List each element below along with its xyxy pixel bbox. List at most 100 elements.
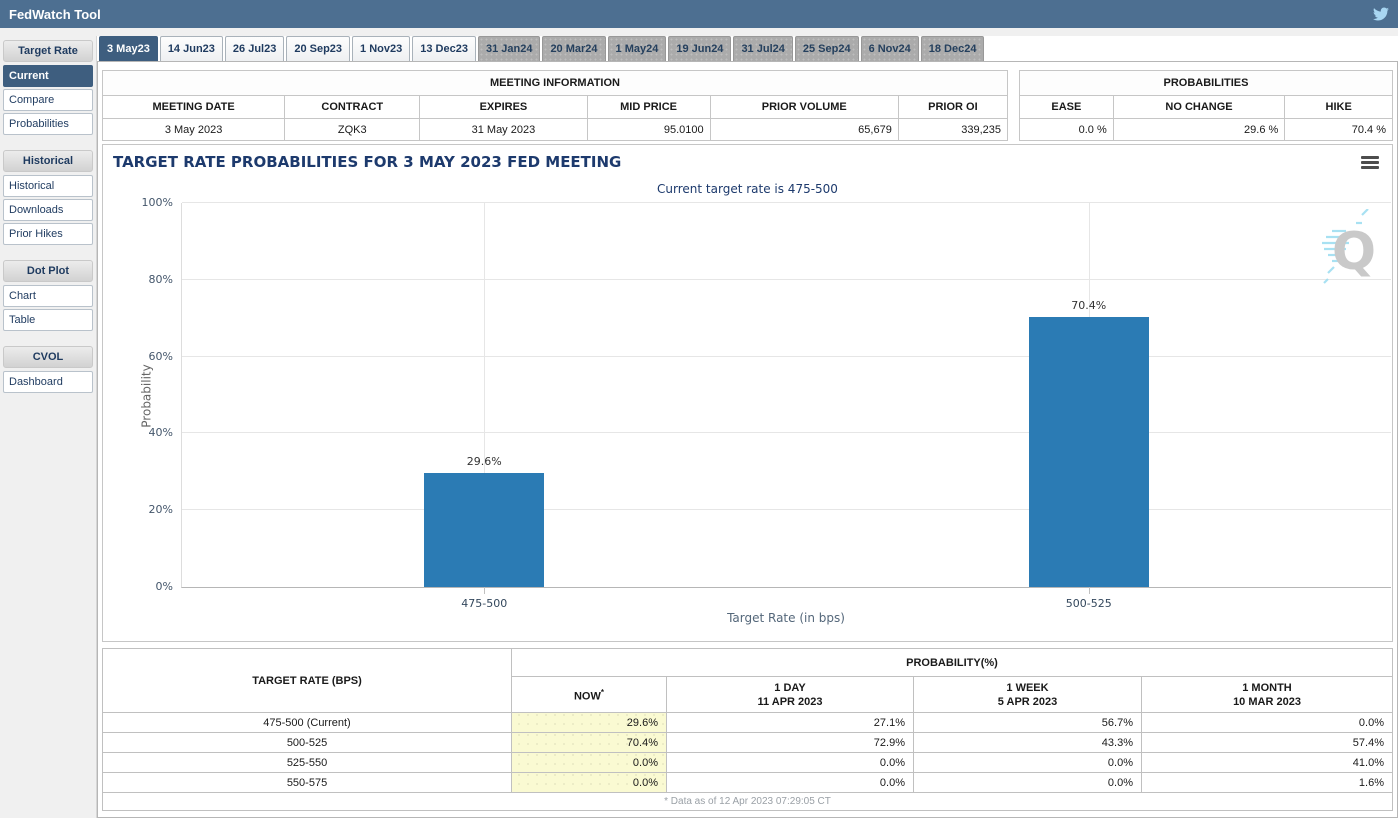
week-value: 0.0% <box>913 752 1142 773</box>
sidebar-item-current[interactable]: Current <box>3 65 93 87</box>
sidebar-item-prior-hikes[interactable]: Prior Hikes <box>3 223 93 245</box>
corner-header: TARGET RATE (BPS) <box>102 648 512 713</box>
col-hike: HIKE <box>1284 95 1393 119</box>
prior-volume-value: 65,679 <box>709 118 899 141</box>
tab-3-may23[interactable]: 3 May23 <box>99 36 158 62</box>
table-row: 475-500 (Current) 29.6% 27.1% 56.7% 0.0% <box>102 712 1393 733</box>
twitter-bird-icon[interactable] <box>1373 7 1389 21</box>
week-value: 0.0% <box>913 772 1142 793</box>
week-value: 56.7% <box>913 712 1142 733</box>
rate-label: 525-550 <box>102 752 512 773</box>
mid-price-value: 95.0100 <box>586 118 711 141</box>
gridline <box>182 278 1391 280</box>
tab-31-jan24[interactable]: 31 Jan24 <box>477 36 541 62</box>
col-meeting-date: MEETING DATE <box>101 95 286 119</box>
probability-history-table: TARGET RATE (BPS) PROBABILITY(%) NOW* 1 … <box>102 648 1393 811</box>
tab-18-dec24[interactable]: 18 Dec24 <box>920 36 985 62</box>
bar-data-label: 29.6% <box>466 455 502 469</box>
sidebar-item-downloads[interactable]: Downloads <box>3 199 93 221</box>
tab-26-jul23[interactable]: 26 Jul23 <box>224 36 285 62</box>
tab-20-mar24[interactable]: 20 Mar24 <box>542 36 606 62</box>
expires-value: 31 May 2023 <box>419 118 588 141</box>
sidebar-item-compare[interactable]: Compare <box>3 89 93 111</box>
app-title: FedWatch Tool <box>9 6 101 22</box>
y-axis-tick-label: 80% <box>148 272 173 286</box>
probability-group-header: PROBABILITY(%) <box>511 648 1393 677</box>
x-axis-tick <box>1088 587 1090 594</box>
gridline <box>182 432 1391 434</box>
sidebar-item-chart[interactable]: Chart <box>3 285 93 307</box>
tab-31-jul24[interactable]: 31 Jul24 <box>733 36 793 62</box>
data-as-of-footnote: * Data as of 12 Apr 2023 07:29:05 CT <box>102 792 1393 811</box>
quikstrike-watermark-icon: Q <box>1322 209 1376 284</box>
sidebar-item-table[interactable]: Table <box>3 309 93 331</box>
x-axis-title: Target Rate (in bps) <box>727 611 845 625</box>
day-value: 0.0% <box>666 772 914 793</box>
month-value: 0.0% <box>1141 712 1393 733</box>
tab-content-panel: MEETING INFORMATION MEETING DATE CONTRAC… <box>97 61 1398 818</box>
contract-value: ZQK3 <box>284 118 421 141</box>
y-axis-tick-label: 40% <box>148 426 173 440</box>
table-row: 500-525 70.4% 72.9% 43.3% 57.4% <box>102 732 1393 753</box>
col-now: NOW* <box>511 676 667 713</box>
col-contract: CONTRACT <box>284 95 421 119</box>
probabilities-title: PROBABILITIES <box>1019 70 1393 96</box>
tab-25-sep24[interactable]: 25 Sep24 <box>794 36 859 62</box>
day-value: 0.0% <box>666 752 914 773</box>
svg-text:Q: Q <box>1332 222 1376 282</box>
meeting-info-title: MEETING INFORMATION <box>102 70 1008 96</box>
col-ease: EASE <box>1019 95 1114 119</box>
ease-value: 0.0 % <box>1019 118 1114 141</box>
col-no-change: NO CHANGE <box>1112 95 1286 119</box>
prior-oi-value: 339,235 <box>897 118 1009 141</box>
sidebar-item-dashboard[interactable]: Dashboard <box>3 371 93 393</box>
chart-menu-icon[interactable] <box>1361 156 1379 171</box>
gridline <box>182 509 1391 511</box>
chart-title: TARGET RATE PROBABILITIES FOR 3 MAY 2023… <box>113 153 622 171</box>
col-prior-volume: PRIOR VOLUME <box>709 95 899 119</box>
meeting-tabs: 3 May23 14 Jun23 26 Jul23 20 Sep23 1 Nov… <box>97 36 1398 62</box>
sidebar-header-historical: Historical <box>3 150 93 172</box>
now-value: 70.4% <box>511 732 667 753</box>
title-bar: FedWatch Tool <box>0 0 1398 28</box>
tab-14-jun23[interactable]: 14 Jun23 <box>159 36 223 62</box>
plot-area: 0% 20% 40% 60% 80% 100% 29.6% 475-500 70.4% 500-5… <box>142 197 1391 610</box>
sidebar-header-dot-plot: Dot Plot <box>3 260 93 282</box>
y-axis-tick-label: 0% <box>155 580 173 593</box>
rate-label: 550-575 <box>102 772 512 793</box>
y-axis-tick-label: 100% <box>141 196 173 209</box>
y-axis-tick-label: 60% <box>148 349 173 363</box>
col-expires: EXPIRES <box>419 95 588 119</box>
x-axis-tick <box>484 587 486 594</box>
day-value: 72.9% <box>666 732 914 753</box>
tab-6-nov24[interactable]: 6 Nov24 <box>860 36 919 62</box>
month-value: 1.6% <box>1141 772 1393 793</box>
table-row: 550-575 0.0% 0.0% 0.0% 1.6% <box>102 772 1393 793</box>
hike-value: 70.4 % <box>1284 118 1393 141</box>
meeting-date-value: 3 May 2023 <box>101 118 286 141</box>
tab-1-nov23[interactable]: 1 Nov23 <box>352 36 411 62</box>
col-mid-price: MID PRICE <box>586 95 711 119</box>
header-spacer <box>0 28 1398 36</box>
sidebar-item-probabilities[interactable]: Probabilities <box>3 113 93 135</box>
now-value: 29.6% <box>511 712 667 733</box>
sidebar: Target Rate Current Compare Probabilitie… <box>0 36 97 818</box>
probabilities-summary-table: PROBABILITIES EASE NO CHANGE HIKE 0.0 % … <box>1019 70 1393 141</box>
sidebar-header-cvol: CVOL <box>3 346 93 368</box>
sidebar-header-target-rate: Target Rate <box>3 40 93 62</box>
y-axis-title: Probability <box>139 364 154 428</box>
x-axis-category-label: 475-500 <box>461 597 508 610</box>
tab-20-sep23[interactable]: 20 Sep23 <box>286 36 351 62</box>
tab-13-dec23[interactable]: 13 Dec23 <box>412 36 476 62</box>
tab-1-may24[interactable]: 1 May24 <box>607 36 667 62</box>
rate-label: 475-500 (Current) <box>102 712 512 733</box>
sidebar-item-historical[interactable]: Historical <box>3 175 93 197</box>
col-1-day: 1 DAY 11 APR 2023 <box>666 676 914 713</box>
table-row: 525-550 0.0% 0.0% 0.0% 41.0% <box>102 752 1393 773</box>
week-value: 43.3% <box>913 732 1142 753</box>
probability-bar <box>424 473 545 587</box>
tab-19-jun24[interactable]: 19 Jun24 <box>668 36 732 62</box>
main-area: 3 May23 14 Jun23 26 Jul23 20 Sep23 1 Nov… <box>97 36 1398 818</box>
no-change-value: 29.6 % <box>1112 118 1286 141</box>
chart-subtitle: Current target rate is 475-500 <box>657 182 838 196</box>
